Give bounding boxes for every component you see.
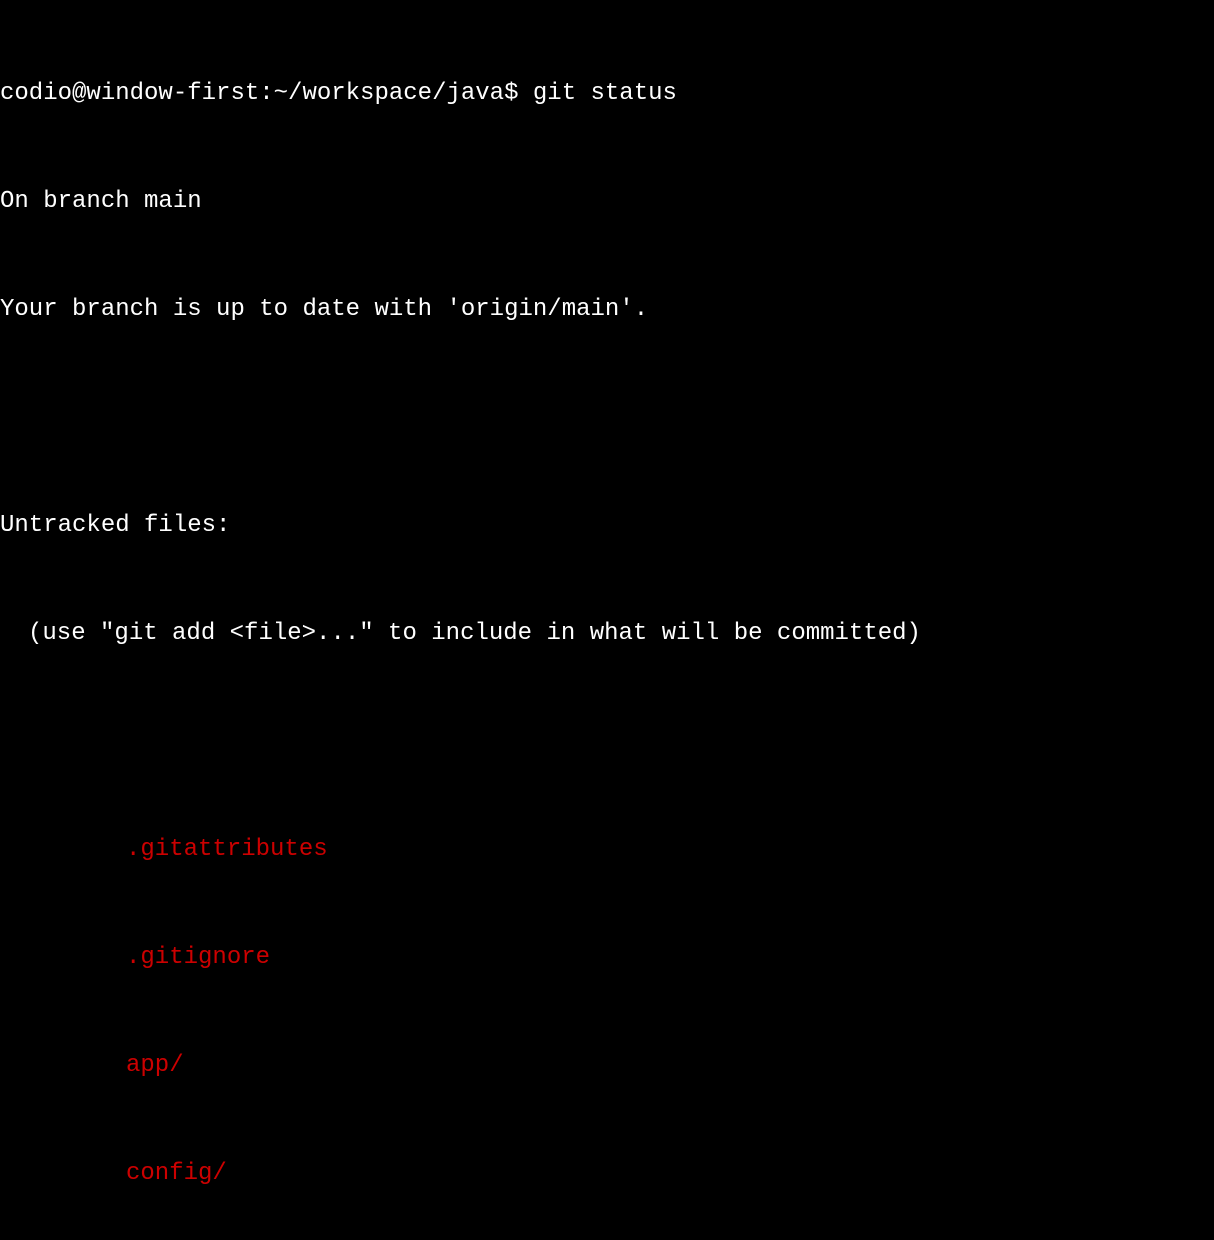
untracked-hint: (use "git add <file>..." to include in w… [0,616,1214,652]
terminal-output[interactable]: codio@window-first:~/workspace/java$ git… [0,4,1214,1240]
untracked-file: config/ [0,1156,1214,1192]
untracked-file: .gitignore [0,940,1214,976]
shell-prompt: codio@window-first:~/workspace/java$ [0,80,533,107]
prompt-line: codio@window-first:~/workspace/java$ git… [0,76,1214,112]
untracked-file: app/ [0,1048,1214,1084]
command-text: git status [533,80,677,107]
untracked-file: .gitattributes [0,832,1214,868]
upstream-status: Your branch is up to date with 'origin/m… [0,292,1214,328]
branch-status: On branch main [0,184,1214,220]
untracked-header: Untracked files: [0,508,1214,544]
blank-line [0,400,1214,436]
blank-line [0,724,1214,760]
